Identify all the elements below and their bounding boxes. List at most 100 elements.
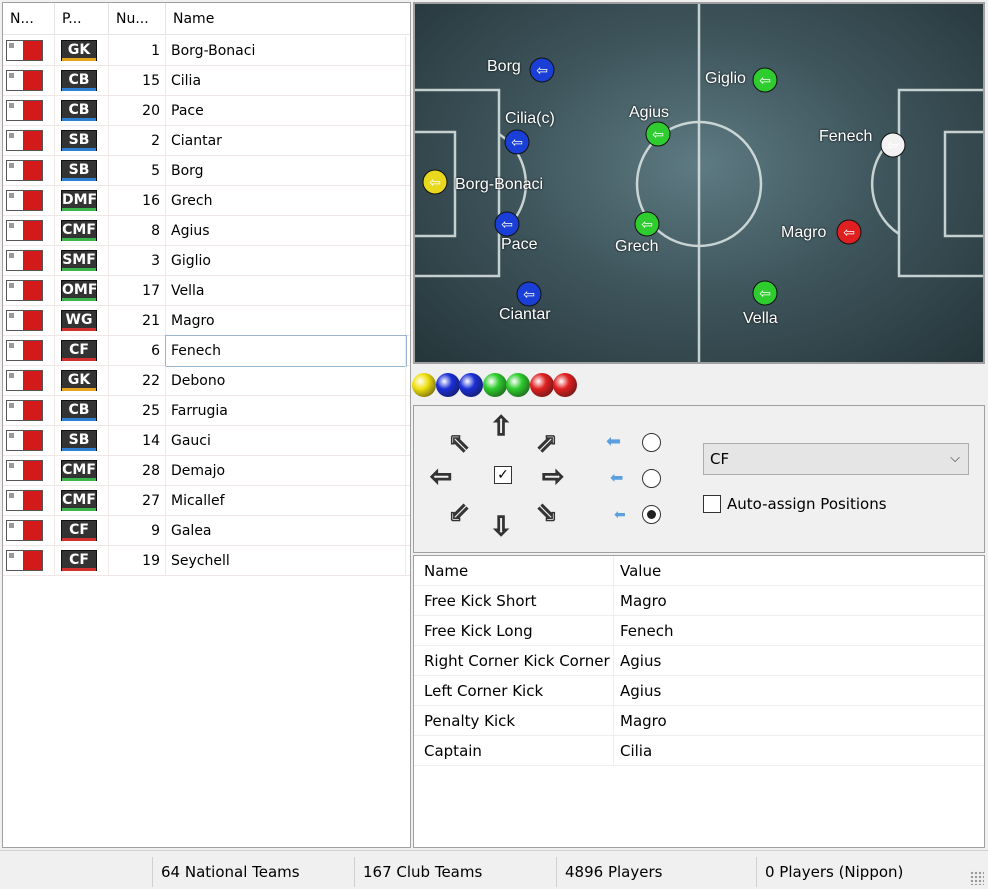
position-select[interactable]: CF ⌵ — [703, 443, 969, 475]
pitch-player-label: Cilia(c) — [505, 110, 555, 127]
name-cell: Vella — [166, 276, 406, 306]
auto-assign-box[interactable] — [703, 495, 721, 513]
team-color-ball-icon[interactable] — [506, 373, 530, 397]
team-color-ball-icon[interactable] — [482, 373, 507, 397]
column-header-position[interactable]: P... — [55, 3, 109, 35]
column-header-number[interactable]: Nu... — [109, 3, 166, 35]
set-piece-properties[interactable]: Name Value Free Kick Short Magro Free Kick… — [413, 555, 985, 848]
position-cell: OMF — [55, 276, 109, 306]
player-row[interactable]: SB 2 Ciantar — [3, 126, 410, 156]
player-row[interactable]: CB 20 Pace — [3, 96, 410, 126]
malta-flag-icon — [6, 280, 43, 301]
player-row[interactable]: GK 1 Borg-Bonaci — [3, 36, 410, 66]
number-cell: 14 — [109, 426, 166, 456]
nationality-cell — [3, 456, 55, 486]
property-value[interactable]: Agius — [614, 676, 984, 706]
speed-slow-radio[interactable] — [642, 505, 661, 524]
property-value[interactable]: Magro — [614, 586, 984, 616]
number-cell: 20 — [109, 96, 166, 126]
formation-pitch[interactable]: ⇦ ⇦ ⇦ ⇦ ⇦ ⇦ ⇦ ⇦ ⇦ ⇦ ⇦ Borg Giglio Cilia(c) Agius Fenec… — [413, 2, 985, 364]
player-row[interactable]: CB 15 Cilia — [3, 66, 410, 96]
player-row[interactable]: GK 22 Debono — [3, 366, 410, 396]
pitch-player-label: Grech — [615, 238, 659, 255]
move-up-right-icon[interactable]: ⇗ — [530, 427, 564, 459]
player-row[interactable]: WG 21 Magro — [3, 306, 410, 336]
player-row[interactable]: CF 6 Fenech — [3, 335, 410, 367]
position-cell: CB — [55, 96, 109, 126]
nationality-cell — [3, 396, 55, 426]
property-value[interactable]: Fenech — [614, 616, 984, 646]
malta-flag-icon — [6, 460, 43, 481]
property-row[interactable]: Free Kick Long Fenech — [414, 616, 984, 646]
nationality-cell — [3, 246, 55, 276]
number-cell: 19 — [109, 546, 166, 576]
move-down-right-icon[interactable]: ⇘ — [530, 497, 564, 529]
speed-fast-arrow-icon: ⬅ — [606, 431, 622, 452]
stay-checkbox[interactable]: ✓ — [494, 466, 512, 484]
player-row[interactable]: SB 14 Gauci — [3, 426, 410, 456]
nationality-cell — [3, 336, 55, 366]
property-value[interactable]: Agius — [614, 646, 984, 676]
move-down-icon[interactable]: ⇩ — [484, 511, 518, 543]
player-row[interactable]: CMF 27 Micallef — [3, 486, 410, 516]
move-down-left-icon[interactable]: ⇙ — [442, 497, 476, 529]
move-left-icon[interactable]: ⇦ — [424, 461, 458, 493]
speed-medium-radio[interactable] — [642, 469, 661, 488]
malta-flag-icon — [6, 550, 43, 571]
player-row[interactable]: CMF 28 Demajo — [3, 456, 410, 486]
nationality-cell — [3, 306, 55, 336]
position-cell: CMF — [55, 486, 109, 516]
pitch-player-label: Magro — [781, 224, 827, 241]
player-row[interactable]: OMF 17 Vella — [3, 276, 410, 306]
move-up-icon[interactable]: ⇧ — [484, 411, 518, 443]
player-row[interactable]: SMF 3 Giglio — [3, 246, 410, 276]
auto-assign-label: Auto-assign Positions — [727, 495, 887, 513]
nationality-cell — [3, 96, 55, 126]
player-row[interactable]: SB 5 Borg — [3, 156, 410, 186]
malta-flag-icon — [6, 520, 43, 541]
player-row[interactable]: CB 25 Farrugia — [3, 396, 410, 426]
team-color-ball-icon[interactable] — [459, 373, 483, 397]
name-cell: Micallef — [166, 486, 406, 516]
property-row[interactable]: Free Kick Short Magro — [414, 586, 984, 616]
column-header-name[interactable]: Name — [166, 3, 410, 35]
team-color-ball-icon[interactable] — [553, 373, 577, 397]
malta-flag-icon — [6, 190, 43, 211]
position-badge: GK — [61, 40, 97, 61]
player-row[interactable]: DMF 16 Grech — [3, 186, 410, 216]
property-row[interactable]: Penalty Kick Magro — [414, 706, 984, 736]
properties-header-name[interactable]: Name — [414, 556, 614, 586]
column-header-nationality[interactable]: N... — [3, 3, 55, 35]
number-cell: 2 — [109, 126, 166, 156]
player-row[interactable]: CF 9 Galea — [3, 516, 410, 546]
speed-fast-radio[interactable] — [642, 433, 661, 452]
properties-header-value[interactable]: Value — [614, 556, 984, 586]
property-row[interactable]: Right Corner Kick Corner Agius — [414, 646, 984, 676]
name-cell: Gauci — [166, 426, 406, 456]
speed-slow-arrow-icon: ⬅ — [614, 507, 626, 523]
property-row[interactable]: Captain Cilia — [414, 736, 984, 766]
move-right-icon[interactable]: ⇨ — [536, 461, 570, 493]
malta-flag-icon — [6, 340, 43, 361]
team-color-ball-icon[interactable] — [435, 373, 460, 397]
property-value[interactable]: Cilia — [614, 736, 984, 766]
team-color-ball-icon[interactable] — [412, 373, 436, 397]
player-list[interactable]: N... P... Nu... Name GK 1 Borg-Bonaci CB 15 C… — [2, 2, 411, 848]
resize-grip-icon[interactable] — [970, 871, 984, 885]
malta-flag-icon — [6, 310, 43, 331]
number-cell: 9 — [109, 516, 166, 546]
name-cell: Magro — [166, 306, 406, 336]
player-row[interactable]: CF 19 Seychell — [3, 546, 410, 576]
player-row[interactable]: CMF 8 Agius — [3, 216, 410, 246]
property-row[interactable]: Left Corner Kick Agius — [414, 676, 984, 706]
status-bar: 64 National Teams 167 Club Teams 4896 Pl… — [0, 850, 988, 889]
property-value[interactable]: Magro — [614, 706, 984, 736]
move-up-left-icon[interactable]: ⇖ — [442, 427, 476, 459]
nationality-cell — [3, 426, 55, 456]
position-cell: DMF — [55, 186, 109, 216]
nationality-cell — [3, 66, 55, 96]
pitch-player-label: Agius — [629, 104, 670, 121]
pitch-player-label: Ciantar — [499, 306, 551, 323]
team-color-ball-icon[interactable] — [529, 373, 554, 397]
property-name: Free Kick Long — [414, 616, 614, 646]
